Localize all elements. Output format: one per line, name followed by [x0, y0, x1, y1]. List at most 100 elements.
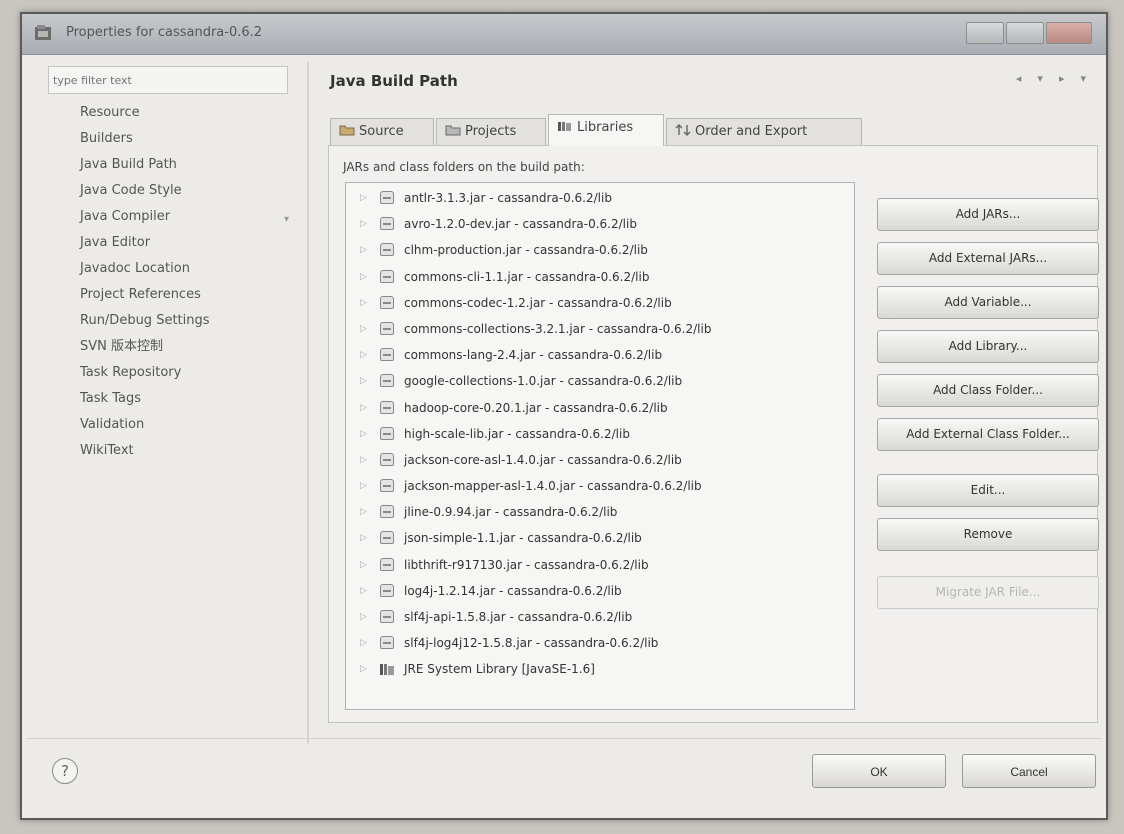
close-button[interactable] — [1046, 22, 1092, 44]
library-tree[interactable]: ▷ antlr-3.1.3.jar - cassandra-0.6.2/lib ▷… — [345, 182, 855, 710]
nav-item-java-code-style[interactable]: Java Code Style — [48, 178, 300, 204]
back-arrow-icon[interactable]: ◂ — [1016, 72, 1022, 85]
list-item[interactable]: ▷ avro-1.2.0-dev.jar - cassandra-0.6.2/li… — [346, 211, 854, 237]
expand-arrow-icon[interactable]: ▷ — [360, 421, 367, 447]
library-label: commons-cli-1.1.jar - cassandra-0.6.2/li… — [404, 269, 650, 284]
library-label: clhm-production.jar - cassandra-0.6.2/li… — [404, 243, 648, 258]
order-export-icon — [675, 124, 691, 136]
list-item[interactable]: ▷ slf4j-log4j12-1.5.8.jar - cassandra-0.6… — [346, 630, 854, 656]
list-item[interactable]: ▷ slf4j-api-1.5.8.jar - cassandra-0.6.2/l… — [346, 604, 854, 630]
nav-item-task-repository[interactable]: Task Repository — [48, 360, 300, 386]
list-item[interactable]: ▷ commons-lang-2.4.jar - cassandra-0.6.2/… — [346, 342, 854, 368]
list-item[interactable]: ▷ high-scale-lib.jar - cassandra-0.6.2/li… — [346, 421, 854, 447]
expand-arrow-icon[interactable]: ▷ — [360, 499, 367, 525]
projects-icon — [445, 125, 461, 136]
expand-arrow-icon[interactable]: ▷ — [360, 316, 367, 342]
tab-order-and-export[interactable]: Order and Export — [666, 118, 862, 145]
list-item[interactable]: ▷ hadoop-core-0.20.1.jar - cassandra-0.6.… — [346, 395, 854, 421]
migrate-jar-button[interactable]: Migrate JAR File... — [877, 576, 1099, 609]
library-label: avro-1.2.0-dev.jar - cassandra-0.6.2/lib — [404, 217, 637, 232]
expand-arrow-icon[interactable]: ▷ — [360, 525, 367, 551]
library-label: JRE System Library [JavaSE-1.6] — [404, 662, 595, 677]
nav-item-javadoc-location[interactable]: Javadoc Location — [48, 256, 300, 282]
tab-libraries[interactable]: Libraries — [548, 114, 664, 146]
nav-item-builders[interactable]: Builders — [48, 126, 300, 152]
jar-icon — [380, 583, 394, 597]
tab-projects[interactable]: Projects — [436, 118, 546, 145]
maximize-button[interactable] — [1006, 22, 1044, 44]
nav-item-run-debug-settings[interactable]: Run/Debug Settings — [48, 308, 300, 334]
scroll-indicator-icon[interactable]: ▾ — [284, 214, 289, 225]
library-label: commons-lang-2.4.jar - cassandra-0.6.2/l… — [404, 348, 663, 363]
page-navigation: ◂ ▾ ▸ ▾ — [1016, 72, 1086, 85]
source-folder-icon — [339, 125, 355, 136]
expand-arrow-icon[interactable]: ▷ — [360, 604, 367, 630]
nav-item-resource[interactable]: Resource — [48, 100, 300, 126]
add-library-button[interactable]: Add Library... — [877, 330, 1099, 363]
nav-item-java-build-path[interactable]: Java Build Path — [48, 152, 300, 178]
tab-source[interactable]: Source — [330, 118, 434, 145]
list-item[interactable]: ▷ commons-codec-1.2.jar - cassandra-0.6.2… — [346, 290, 854, 316]
expand-arrow-icon[interactable]: ▷ — [360, 342, 367, 368]
list-item[interactable]: ▷ commons-collections-3.2.1.jar - cassand… — [346, 316, 854, 342]
list-item[interactable]: ▷ log4j-1.2.14.jar - cassandra-0.6.2/lib — [346, 578, 854, 604]
add-external-jars-button[interactable]: Add External JARs... — [877, 242, 1099, 275]
forward-arrow-icon[interactable]: ▸ — [1059, 72, 1065, 85]
library-label: hadoop-core-0.20.1.jar - cassandra-0.6.2… — [404, 400, 668, 415]
edit-button[interactable]: Edit... — [877, 474, 1099, 507]
nav-item-task-tags[interactable]: Task Tags — [48, 386, 300, 412]
list-item[interactable]: ▷ JRE System Library [JavaSE-1.6] — [346, 656, 854, 682]
expand-arrow-icon[interactable]: ▷ — [360, 447, 367, 473]
jar-icon — [380, 217, 394, 231]
cancel-button[interactable]: Cancel — [962, 754, 1096, 788]
nav-item-project-references[interactable]: Project References — [48, 282, 300, 308]
remove-button[interactable]: Remove — [877, 518, 1099, 551]
sash-divider[interactable] — [307, 62, 309, 744]
back-menu-icon[interactable]: ▾ — [1037, 72, 1043, 85]
expand-arrow-icon[interactable]: ▷ — [360, 290, 367, 316]
nav-item-validation[interactable]: Validation — [48, 412, 300, 438]
list-item[interactable]: ▷ commons-cli-1.1.jar - cassandra-0.6.2/l… — [346, 264, 854, 290]
add-external-class-folder-button[interactable]: Add External Class Folder... — [877, 418, 1099, 451]
jar-icon — [380, 610, 394, 623]
nav-item-java-editor[interactable]: Java Editor — [48, 230, 300, 256]
list-item[interactable]: ▷ jline-0.9.94.jar - cassandra-0.6.2/lib — [346, 499, 854, 525]
add-jars-button[interactable]: Add JARs... — [877, 198, 1099, 231]
list-item[interactable]: ▷ libthrift-r917130.jar - cassandra-0.6.2… — [346, 552, 854, 578]
jar-icon — [380, 426, 394, 440]
list-item[interactable]: ▷ jackson-mapper-asl-1.4.0.jar - cassandr… — [346, 473, 854, 499]
expand-arrow-icon[interactable]: ▷ — [360, 552, 367, 578]
expand-arrow-icon[interactable]: ▷ — [360, 185, 367, 211]
nav-item-java-compiler[interactable]: Java Compiler — [48, 204, 300, 230]
ok-button[interactable]: OK — [812, 754, 946, 788]
library-icon — [380, 664, 394, 676]
expand-arrow-icon[interactable]: ▷ — [360, 395, 367, 421]
jar-icon — [380, 505, 394, 519]
add-class-folder-button[interactable]: Add Class Folder... — [877, 374, 1099, 407]
forward-menu-icon[interactable]: ▾ — [1080, 72, 1086, 85]
add-variable-button[interactable]: Add Variable... — [877, 286, 1099, 319]
expand-arrow-icon[interactable]: ▷ — [360, 473, 367, 499]
list-item[interactable]: ▷ jackson-core-asl-1.4.0.jar - cassandra-… — [346, 447, 854, 473]
expand-arrow-icon[interactable]: ▷ — [360, 630, 367, 656]
filter-input[interactable] — [48, 66, 288, 94]
list-item[interactable]: ▷ json-simple-1.1.jar - cassandra-0.6.2/l… — [346, 525, 854, 551]
expand-arrow-icon[interactable]: ▷ — [360, 211, 367, 237]
minimize-button[interactable] — [966, 22, 1004, 44]
build-path-label: JARs and class folders on the build path… — [343, 160, 585, 174]
list-item[interactable]: ▷ antlr-3.1.3.jar - cassandra-0.6.2/lib — [346, 185, 854, 211]
expand-arrow-icon[interactable]: ▷ — [360, 237, 367, 263]
list-item[interactable]: ▷ clhm-production.jar - cassandra-0.6.2/l… — [346, 237, 854, 263]
title-bar[interactable]: Properties for cassandra-0.6.2 — [22, 14, 1106, 55]
expand-arrow-icon[interactable]: ▷ — [360, 264, 367, 290]
library-label: libthrift-r917130.jar - cassandra-0.6.2/… — [404, 557, 649, 572]
expand-arrow-icon[interactable]: ▷ — [360, 656, 367, 682]
help-icon[interactable]: ? — [52, 758, 78, 784]
list-item[interactable]: ▷ google-collections-1.0.jar - cassandra-… — [346, 368, 854, 394]
nav-item-svn[interactable]: SVN 版本控制 — [48, 334, 300, 360]
expand-arrow-icon[interactable]: ▷ — [360, 578, 367, 604]
library-label: jackson-core-asl-1.4.0.jar - cassandra-0… — [404, 452, 682, 467]
expand-arrow-icon[interactable]: ▷ — [360, 368, 367, 394]
properties-dialog: Properties for cassandra-0.6.2 Resource … — [20, 12, 1108, 820]
nav-item-wikitext[interactable]: WikiText — [48, 438, 300, 464]
